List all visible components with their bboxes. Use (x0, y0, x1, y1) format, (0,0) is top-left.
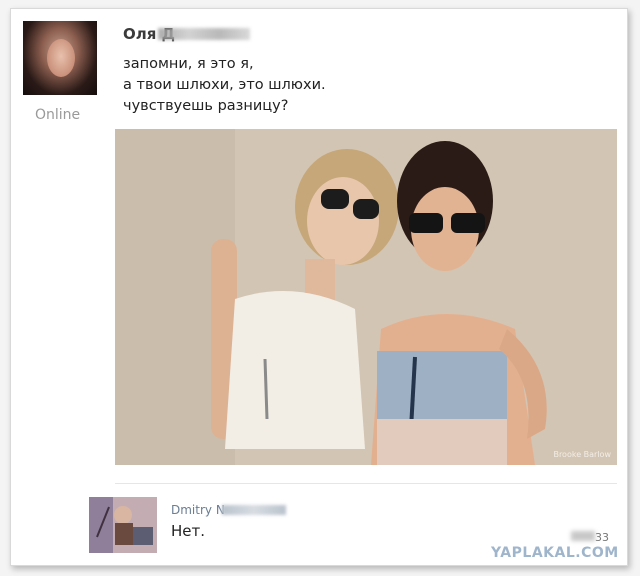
reply-text: Нет. (171, 522, 206, 540)
message-line: а твои шлюхи, это шлюхи. (123, 77, 326, 93)
site-watermark: YAPLAKAL.COM (491, 545, 619, 561)
message-line: чувствуешь разницу? (123, 98, 289, 114)
comment-divider (115, 483, 617, 484)
reply-count: 33 (595, 531, 609, 544)
post-author-avatar[interactable] (23, 21, 97, 95)
reply-author-avatar[interactable] (89, 497, 157, 553)
message-line: запомни, я это я, (123, 56, 254, 72)
screenshot-frame: Online Оля Д запомни, я это я, а твои шл… (10, 8, 628, 566)
count-blur (571, 531, 595, 541)
cartoon-avatar-icon (89, 497, 157, 553)
post-photo[interactable]: Brooke Barlow (115, 129, 617, 465)
online-status: Online (35, 107, 81, 123)
photo-caption: Brooke Barlow (553, 450, 611, 459)
photo-illustration (115, 129, 617, 465)
reply-surname-blur (222, 505, 286, 515)
post-message: запомни, я это я, а твои шлюхи, это шлюх… (123, 54, 326, 117)
reply-author-name[interactable]: Dmitry N (171, 503, 225, 517)
author-surname-blur (158, 28, 250, 40)
avatar-face (47, 39, 75, 77)
